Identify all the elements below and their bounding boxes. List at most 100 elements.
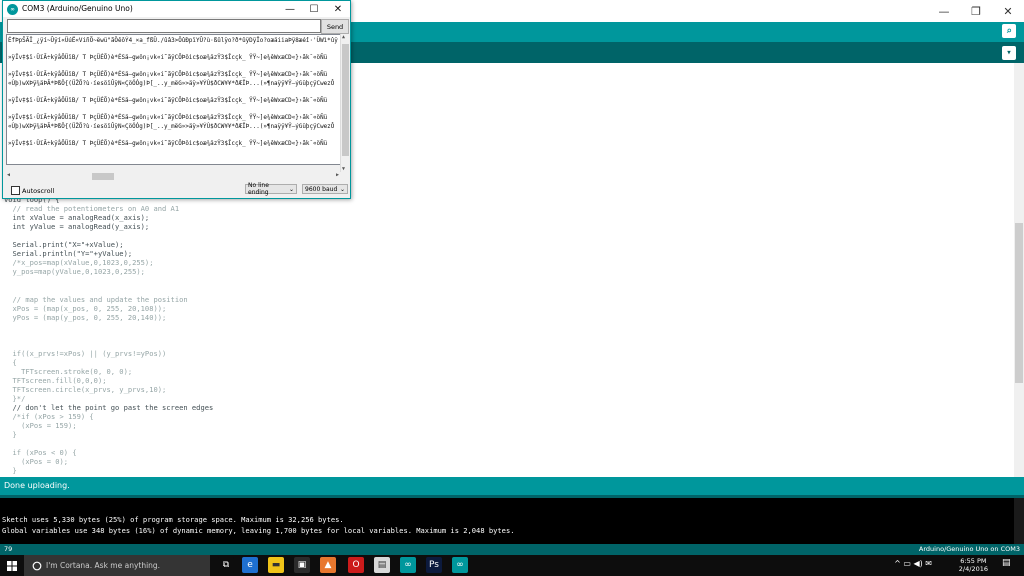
chevron-down-icon: ⌄ xyxy=(288,185,294,193)
edge-icon[interactable]: e xyxy=(242,557,258,573)
vscroll-thumb[interactable] xyxy=(342,44,349,156)
code-line: (xPos = 159); xyxy=(4,421,77,431)
serial-output-line: »ÿÎv‡$ï·ÜïÃ÷kÿåÕÜïB/ T ÞçÜÉÕ)è*ÉSä—gwôn¡… xyxy=(8,55,328,62)
code-line: } xyxy=(4,466,17,476)
serial-input-field[interactable] xyxy=(7,19,321,33)
action-center-icon[interactable]: ▤ xyxy=(1002,558,1014,572)
code-line: // read the potentiometers on A0 and A1 xyxy=(4,204,180,214)
serial-monitor-title-bar[interactable]: ∞ COM3 (Arduino/Genuino Uno) — ☐ ✕ xyxy=(3,1,350,17)
system-clock[interactable]: 6:55 PM 2/4/2016 xyxy=(959,557,988,573)
code-line: TFTscreen.stroke(0, 0, 0); xyxy=(4,366,133,376)
serial-output-line xyxy=(8,132,338,141)
scroll-up-icon[interactable]: ▲ xyxy=(342,34,345,40)
code-scrollbar[interactable] xyxy=(1014,63,1024,477)
code-line: TFTscreen.fill(0,0,0); xyxy=(4,375,107,385)
line-ending-value: No line ending xyxy=(248,182,269,196)
serial-output-hscrollbar[interactable]: ◀ ▶ xyxy=(6,172,340,181)
autoscroll-label: Autoscroll xyxy=(22,186,55,195)
baud-rate-select[interactable]: 9600 baud ⌄ xyxy=(302,184,348,194)
code-line: Serial.print("X="+xValue); xyxy=(4,240,124,250)
code-line: Serial.println("Y="+yValue); xyxy=(4,249,133,259)
code-line: { xyxy=(4,357,17,367)
serial-output-area[interactable]: ÉfÞpŠÃÎ_¿ÿí~Ûÿí«ÜúË«ViñÕ~ëwü"ãÖêôÝ4_×a_f… xyxy=(6,34,342,165)
file-explorer-icon[interactable]: ▬ xyxy=(268,557,284,573)
arduino-icon[interactable]: ∞ xyxy=(400,557,416,573)
code-text: void loop() { // read the potentiometers… xyxy=(4,195,213,475)
minimize-button[interactable]: — xyxy=(928,0,960,22)
serial-monitor-button[interactable]: ⌕ xyxy=(1002,24,1016,38)
code-scrollbar-thumb[interactable] xyxy=(1015,223,1023,383)
minimize-button[interactable]: — xyxy=(278,1,302,17)
store-icon[interactable]: ▣ xyxy=(294,557,310,573)
code-line: // map the values and update the positio… xyxy=(4,294,188,304)
code-line: y_pos=map(yValue,0,1023,0,255); xyxy=(4,267,145,277)
cortana-search-box[interactable]: I'm Cortana. Ask me anything. xyxy=(24,555,210,576)
cortana-icon xyxy=(32,561,42,570)
code-line: if((x_prvs!=xPos) || (y_prvs!=yPos)) xyxy=(4,348,167,358)
tab-menu-button[interactable]: ▾ xyxy=(1002,46,1016,60)
start-button[interactable] xyxy=(0,555,24,576)
serial-output-line xyxy=(8,89,338,98)
serial-monitor-window-controls: — ☐ ✕ xyxy=(278,1,350,17)
task-view-icon[interactable]: ⧉ xyxy=(218,557,234,573)
console-scrollbar[interactable] xyxy=(1014,498,1024,544)
code-line: /*x_pos=map(xValue,0,1023,0,255); xyxy=(4,258,154,268)
line-number: 79 xyxy=(4,545,13,553)
chevron-down-icon: ⌄ xyxy=(339,185,345,193)
serial-output-line xyxy=(8,106,338,115)
scroll-right-icon[interactable]: ▶ xyxy=(336,172,339,178)
console-line: Global variables use 348 bytes (16%) of … xyxy=(2,525,515,535)
code-line: yPos = (map(y_pos, 0, 255, 20,140)); xyxy=(4,312,167,322)
scroll-down-icon[interactable]: ▼ xyxy=(342,166,345,172)
vlc-icon[interactable]: ▲ xyxy=(320,557,336,573)
board-port-status: Arduino/Genuino Uno on COM3 xyxy=(918,545,1020,553)
serial-output-line: »ÿÎv‡$ï·ÜïÃ÷kÿåÕÜïB/ T ÞçÜÉÕ)è*ÉSä—gwôn¡… xyxy=(8,115,328,122)
scroll-left-icon[interactable]: ◀ xyxy=(7,172,10,178)
serial-output-line: ÉfÞpŠÃÎ_¿ÿí~Ûÿí«ÜúË«ViñÕ~ëwü"ãÖêôÝ4_×a_f… xyxy=(8,38,338,44)
code-line: TFTscreen.circle(x_prvs, y_prvs,10); xyxy=(4,384,167,394)
serial-output-line: «Ùþ)wXÞÿ¾äÞÃ*ÞßÖ{(ÜŽÕ?ù·íesöïÛÿN«ÇöÓÓg)Þ… xyxy=(8,123,335,130)
cortana-placeholder: I'm Cortana. Ask me anything. xyxy=(46,561,161,570)
console-line: Sketch uses 5,330 bytes (25%) of program… xyxy=(2,515,344,524)
arduino-active-icon[interactable]: ∞ xyxy=(452,557,468,573)
status-bar xyxy=(0,477,1024,495)
serial-output-line xyxy=(8,63,338,72)
checkbox-icon[interactable] xyxy=(11,186,20,195)
code-line: int yValue = analogRead(y_axis); xyxy=(4,222,150,232)
baud-rate-value: 9600 baud xyxy=(305,185,338,193)
code-line: xPos = (map(x_pos, 0, 255, 20,108)); xyxy=(4,303,167,313)
serial-output-line: »ÿÎv‡$ï·ÜïÃ÷kÿåÕÜïB/ T ÞçÜÉÕ)è*ÉSä—gwôn¡… xyxy=(8,72,328,79)
autoscroll-checkbox[interactable]: Autoscroll xyxy=(11,186,54,195)
notepad-icon[interactable]: ▤ xyxy=(374,557,390,573)
tray-icons[interactable]: ^ ▭ ◀) ✉ xyxy=(894,559,932,568)
send-button[interactable]: Send xyxy=(321,19,349,34)
hscroll-thumb[interactable] xyxy=(92,173,114,180)
serial-output-vscrollbar[interactable]: ▲ ▼ xyxy=(340,34,350,172)
close-button[interactable]: ✕ xyxy=(992,0,1024,22)
bottom-status-bar xyxy=(0,544,1024,555)
clock-date: 2/4/2016 xyxy=(958,565,988,573)
code-line: int xValue = analogRead(x_axis); xyxy=(4,213,150,223)
maximize-button[interactable]: ☐ xyxy=(302,1,326,17)
clock-time: 6:55 PM xyxy=(960,557,987,565)
maximize-button[interactable]: ❐ xyxy=(960,0,992,22)
opera-icon[interactable]: O xyxy=(348,557,364,573)
serial-output-line: «Ùþ)wXÞÿ¾äÞÃ*ÞßÖ{(ÜŽÕ?ù·íesöïÛÿN«ÇöÓÓg)Þ… xyxy=(8,80,335,87)
line-ending-select[interactable]: No line ending ⌄ xyxy=(245,182,297,196)
serial-output-text: ÉfÞpŠÃÎ_¿ÿí~Ûÿí«ÜúË«ViñÕ~ëwü"ãÖêôÝ4_×a_f… xyxy=(8,37,338,149)
code-line: (xPos = 0); xyxy=(4,457,69,467)
close-button[interactable]: ✕ xyxy=(326,1,350,17)
serial-output-line xyxy=(8,46,338,55)
code-line: if (xPos < 0) { xyxy=(4,448,77,458)
photoshop-icon[interactable]: Ps xyxy=(426,557,442,573)
ide-window-controls: — ❐ ✕ xyxy=(928,0,1024,22)
console-output: Sketch uses 5,330 bytes (25%) of program… xyxy=(0,498,1014,544)
serial-monitor-window: ∞ COM3 (Arduino/Genuino Uno) — ☐ ✕ Send … xyxy=(2,0,351,199)
